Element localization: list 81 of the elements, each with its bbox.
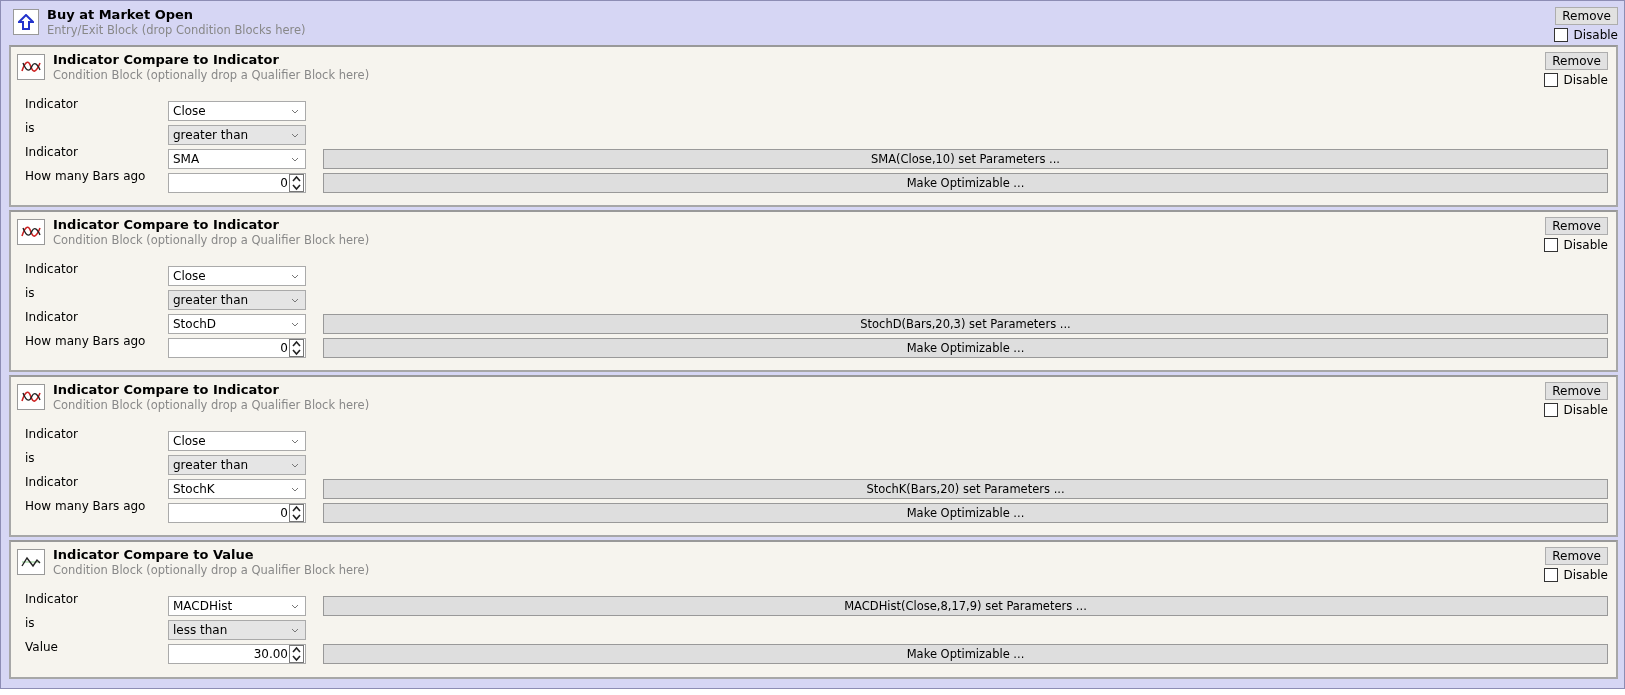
up-down-arrows-icon[interactable] [289, 174, 304, 192]
remove-button[interactable]: Remove [1545, 547, 1608, 565]
parameters-button[interactable]: Make Optimizable ... [323, 644, 1608, 664]
comparison-dropdown[interactable]: greater than [168, 125, 306, 145]
block-title: Indicator Compare to Indicator [53, 382, 280, 397]
disable-checkbox[interactable] [1554, 28, 1569, 42]
parameters-button[interactable]: MACDHist(Close,8,17,9) set Parameters ... [323, 596, 1608, 616]
chevron-down-icon [291, 108, 299, 114]
parameters-button[interactable]: StochK(Bars,20) set Parameters ... [323, 479, 1608, 499]
disable-checkbox[interactable] [1544, 238, 1559, 252]
indicator-dropdown[interactable]: Close [168, 266, 306, 286]
number-spinner[interactable]: 0 [168, 338, 306, 358]
up-down-arrows-icon[interactable] [289, 339, 304, 357]
block-subtitle: Condition Block (optionally drop a Qualifier Block here) [53, 68, 371, 82]
block-subtitle: Condition Block (optionally drop a Qualifier Block here) [53, 563, 371, 577]
remove-button[interactable]: Remove [1545, 382, 1608, 400]
remove-button[interactable]: Remove [1545, 217, 1608, 235]
crossing-lines-icon [17, 219, 45, 245]
field-label: How many Bars ago [24, 334, 147, 348]
indicator-dropdown[interactable]: StochK [168, 479, 306, 499]
number-spinner[interactable]: 30.00 [168, 644, 306, 664]
field-label: is [24, 616, 36, 630]
field-label: Value [24, 640, 59, 654]
disable-label: Disable [1573, 28, 1618, 42]
indicator-dropdown[interactable]: StochD [168, 314, 306, 334]
field-label: Indicator [24, 427, 80, 441]
indicator-dropdown[interactable]: MACDHist [168, 596, 306, 616]
chevron-down-icon [291, 132, 299, 138]
disable-label: Disable [1563, 73, 1608, 87]
indicator-dropdown[interactable]: Close [168, 101, 306, 121]
parameters-button[interactable]: Make Optimizable ... [323, 338, 1608, 358]
indicator-dropdown[interactable]: SMA [168, 149, 306, 169]
field-label: Indicator [24, 145, 80, 159]
parameters-button[interactable]: SMA(Close,10) set Parameters ... [323, 149, 1608, 169]
number-spinner[interactable]: 0 [168, 503, 306, 523]
chevron-down-icon [291, 273, 299, 279]
comparison-dropdown[interactable]: less than [168, 620, 306, 640]
indicator-dropdown[interactable]: Close [168, 431, 306, 451]
field-label: is [24, 286, 36, 300]
up-down-arrows-icon[interactable] [289, 504, 304, 522]
field-label: Indicator [24, 310, 80, 324]
field-label: Indicator [24, 97, 80, 111]
field-label: is [24, 451, 36, 465]
disable-label: Disable [1563, 568, 1608, 582]
up-down-arrows-icon[interactable] [289, 645, 304, 663]
parameters-button[interactable]: StochD(Bars,20,3) set Parameters ... [323, 314, 1608, 334]
crossing-lines-icon [17, 54, 45, 80]
block-subtitle: Entry/Exit Block (drop Condition Blocks here) [47, 23, 307, 37]
disable-checkbox[interactable] [1544, 403, 1559, 417]
parameters-button[interactable]: Make Optimizable ... [323, 173, 1608, 193]
block-title: Indicator Compare to Indicator [53, 217, 280, 232]
block-subtitle: Condition Block (optionally drop a Qualifier Block here) [53, 398, 371, 412]
block-title: Indicator Compare to Value [53, 547, 255, 562]
chevron-down-icon [291, 156, 299, 162]
disable-checkbox[interactable] [1544, 73, 1559, 87]
field-label: Indicator [24, 475, 80, 489]
chevron-down-icon [291, 321, 299, 327]
number-spinner[interactable]: 0 [168, 173, 306, 193]
field-label: How many Bars ago [24, 499, 147, 513]
parameters-button[interactable]: Make Optimizable ... [323, 503, 1608, 523]
chevron-down-icon [291, 438, 299, 444]
disable-label: Disable [1563, 238, 1608, 252]
block-title: Indicator Compare to Indicator [53, 52, 280, 67]
remove-button[interactable]: Remove [1545, 52, 1608, 70]
chevron-down-icon [291, 462, 299, 468]
field-label: How many Bars ago [24, 169, 147, 183]
block-title: Buy at Market Open [47, 7, 195, 22]
crossing-lines-icon [17, 384, 45, 410]
field-label: Indicator [24, 592, 80, 606]
block-subtitle: Condition Block (optionally drop a Qualifier Block here) [53, 233, 371, 247]
chevron-down-icon [291, 486, 299, 492]
comparison-dropdown[interactable]: greater than [168, 455, 306, 475]
remove-button[interactable]: Remove [1555, 7, 1618, 25]
field-label: is [24, 121, 36, 135]
chevron-down-icon [291, 627, 299, 633]
disable-label: Disable [1563, 403, 1608, 417]
field-label: Indicator [24, 262, 80, 276]
chevron-down-icon [291, 297, 299, 303]
comparison-dropdown[interactable]: greater than [168, 290, 306, 310]
chevron-down-icon [291, 603, 299, 609]
disable-checkbox[interactable] [1544, 568, 1559, 582]
